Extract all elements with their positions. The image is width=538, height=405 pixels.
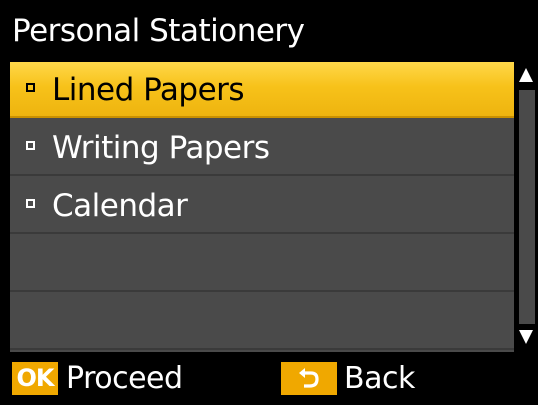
scroll-track [519, 90, 535, 324]
bullet-icon [26, 83, 35, 92]
menu-item-lined-papers[interactable]: Lined Papers [10, 62, 514, 118]
menu-empty-row [10, 294, 514, 350]
menu-item-calendar[interactable]: Calendar [10, 178, 514, 234]
menu-item-label: Lined Papers [52, 72, 245, 108]
menu-empty-row [10, 236, 514, 292]
ok-key-icon[interactable]: OK [12, 362, 58, 395]
button-guide-bar: OK Proceed Back [0, 352, 538, 405]
title-bar: Personal Stationery [0, 0, 538, 62]
scroll-down-icon[interactable] [519, 330, 533, 344]
bullet-icon [26, 141, 35, 150]
back-label: Back [344, 361, 415, 396]
menu-item-writing-papers[interactable]: Writing Papers [10, 120, 514, 176]
scroll-up-icon[interactable] [519, 68, 533, 82]
return-arrow-icon [299, 368, 319, 388]
menu-item-label: Calendar [52, 188, 188, 224]
screen-title: Personal Stationery [12, 13, 305, 49]
menu-item-label: Writing Papers [52, 130, 270, 166]
bullet-icon [26, 199, 35, 208]
scrollbar[interactable] [516, 62, 538, 352]
proceed-label: Proceed [66, 361, 183, 396]
menu-list: Lined Papers Writing Papers Calendar [10, 62, 514, 352]
back-key-icon[interactable] [281, 362, 337, 395]
printer-lcd-screen: Personal Stationery Lined Papers Writing… [0, 0, 538, 405]
